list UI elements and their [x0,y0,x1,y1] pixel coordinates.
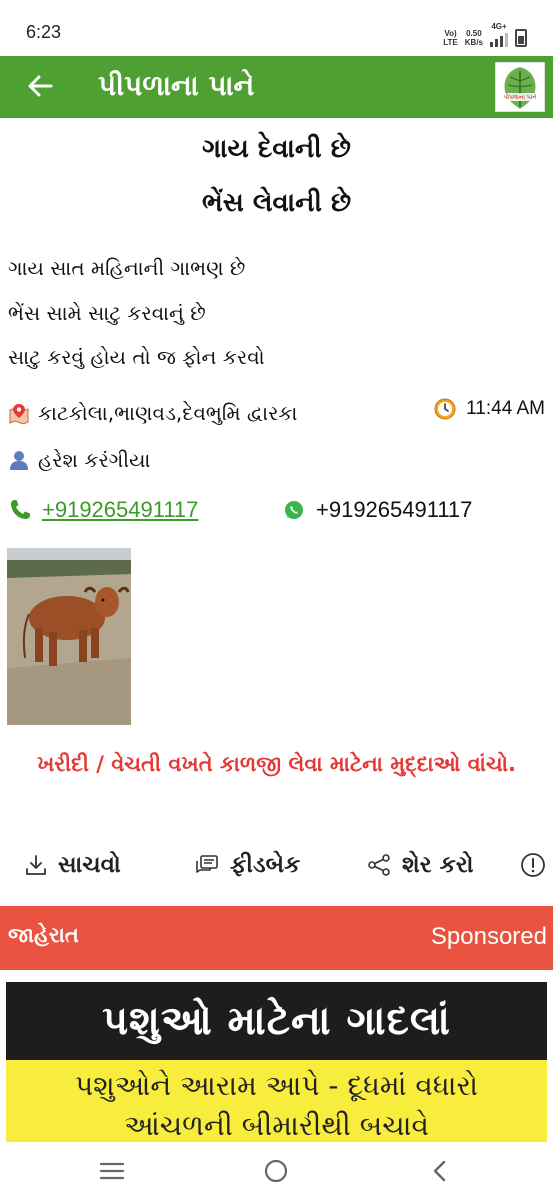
ad-header: જાહેરાત Sponsored [0,906,553,970]
buying-tips-link[interactable]: ખરીદી / વેચતી વખતે કાળજી લેવા માટેના મુદ… [30,744,523,784]
save-button[interactable]: સાચવો [24,852,121,878]
description-line: ગાય સાત મહિનાની ગાભણ છે [8,256,246,280]
ad-label: જાહેરાત [8,923,79,947]
author-name: હરેશ કરંગીયા [38,448,151,472]
post-headline-2: ભેંસ લેવાની છે [201,188,352,218]
back-button[interactable] [20,66,60,106]
post-headline-1: ગાય દેવાની છે [202,134,351,164]
share-label: શેર કરો [402,852,474,878]
whatsapp-icon [285,501,303,519]
report-button[interactable] [520,852,553,878]
network-speed: 0.50 KB/s [464,29,483,47]
download-icon [24,853,48,877]
cow-photo-image [7,548,131,725]
recent-apps-button[interactable] [92,1154,132,1188]
share-icon [366,853,392,877]
phone-number[interactable]: +919265491117 [42,497,198,523]
network-type: 4G+ [490,22,508,47]
ad-banner-title: પશુઓ માટેના ગાદલાં [6,982,547,1060]
ad-banner-line: આંચળની બીમારીથી બચાવે [124,1109,429,1142]
post-time-row: 11:44 AM [434,398,545,420]
phone-call-link[interactable]: +919265491117 [8,497,198,523]
pipal-leaf-logo-icon: પીપળાના પાને [500,67,540,109]
ad-banner-subtitle: પશુઓને આરામ આપે - દૂધમાં વધારો આંચળની બી… [6,1060,547,1142]
description-line: ભેંસ સામે સાટુ કરવાનું છે [8,301,206,325]
app-bar: પીપળાના પાને પીપળાના પાને [0,56,553,118]
map-pin-icon [8,401,30,425]
app-logo: પીપળાના પાને [495,62,545,112]
author-row: હરેશ કરંગીયા [8,445,150,475]
ad-banner-line: પશુઓને આરામ આપે - દૂધમાં વધારો [74,1069,478,1102]
menu-lines-icon [99,1162,125,1180]
arrow-left-icon [28,75,53,97]
back-nav-button[interactable] [420,1154,460,1188]
feedback-label: ફીડબેક [230,852,301,878]
ad-banner[interactable]: પશુઓ માટેના ગાદલાં પશુઓને આરામ આપે - દૂધ… [0,970,553,1142]
share-button[interactable]: શેર કરો [366,852,474,878]
location-row: કાટકોલા,ભાણવડ,દેવભુમિ દ્વારકા [8,398,297,428]
status-icons: Vo) LTE 0.50 KB/s 4G+ [443,22,527,47]
clock-icon [434,398,456,420]
app-title: પીપળાના પાને [98,69,255,102]
volte-indicator: Vo) LTE [443,29,458,47]
sponsored-label: Sponsored [430,923,547,950]
whatsapp-link[interactable]: +919265491117 [284,497,472,523]
signal-icon [490,31,508,47]
logo-text: પીપળાના પાને [503,93,537,101]
home-button[interactable] [256,1154,296,1188]
animal-photo[interactable] [7,548,131,725]
whatsapp-number[interactable]: +919265491117 [316,497,472,523]
battery-icon [515,29,527,47]
location-text: કાટકોલા,ભાણવડ,દેવભુમિ દ્વારકા [38,401,298,425]
action-row: સાચવો ફીડબેક શેર કરો [0,852,553,896]
phone-icon [11,500,30,519]
feedback-button[interactable]: ફીડબેક [194,852,300,878]
info-alert-icon [520,852,546,878]
feedback-icon [194,853,220,877]
user-icon [8,448,30,472]
post-time: 11:44 AM [466,398,545,419]
save-label: સાચવો [58,852,121,878]
status-bar: 6:23 Vo) LTE 0.50 KB/s 4G+ [0,0,553,56]
home-circle-icon [264,1159,288,1183]
chevron-left-icon [433,1160,446,1182]
status-time: 6:23 [26,22,62,42]
description-line: સાટુ કરવું હોય તો જ ફોન કરવો [8,345,265,369]
system-nav-bar [0,1142,553,1200]
